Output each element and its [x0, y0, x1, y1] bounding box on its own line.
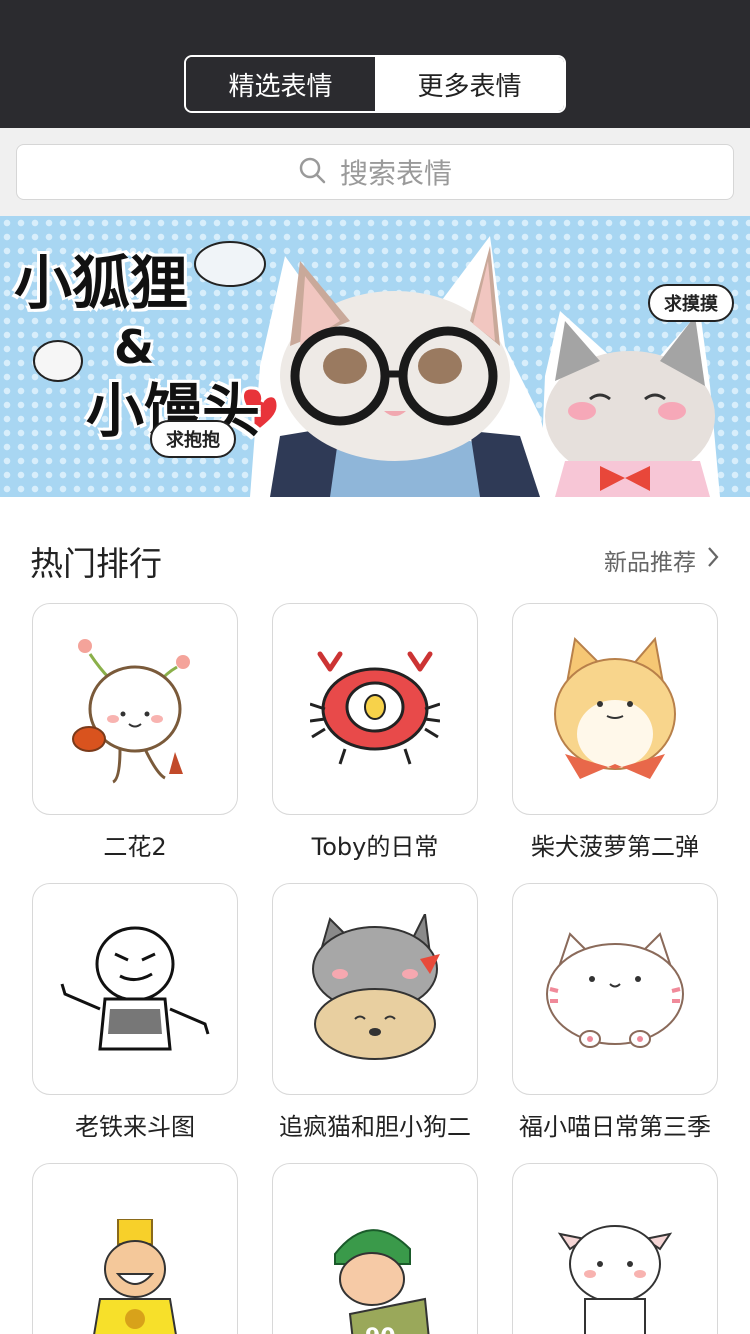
sticker-name-laotie: 老铁来斗图	[75, 1113, 195, 1141]
hot-ranking-section: 热门排行 新品推荐 二花2 Toby的日常 柴犬菠萝第二弹 老铁来斗图 追疯猫和…	[0, 497, 750, 1334]
crab-sticker-icon	[310, 651, 440, 765]
new-recommend-label: 新品推荐	[604, 550, 696, 576]
sticker-card-shiba[interactable]	[512, 603, 718, 815]
sticker-card-soldier[interactable]: 90	[272, 1163, 478, 1334]
fu-cat-sticker-icon	[546, 932, 684, 1048]
sticker-card-toby[interactable]	[272, 603, 478, 815]
meme-man-sticker-icon	[60, 926, 210, 1051]
top-header: 精选表情 更多表情	[0, 0, 750, 128]
search-bar-container: 搜索表情	[0, 128, 750, 216]
sticker-name-erhua: 二花2	[103, 833, 167, 861]
soldier-sticker-icon: 90	[334, 1229, 430, 1334]
sticker-card-erhua[interactable]	[32, 603, 238, 815]
tab-more-stickers[interactable]: 更多表情	[375, 57, 564, 111]
erhua-sticker-icon	[72, 639, 190, 784]
banner-bubble-hug: 求抱抱	[150, 420, 236, 458]
promo-banner[interactable]: 小狐狸 & 小馒头 求抱抱 求摸摸	[0, 216, 750, 497]
sticker-card-fu-cat[interactable]	[512, 883, 718, 1095]
banner-title-amp: &	[114, 320, 155, 374]
search-placeholder: 搜索表情	[339, 157, 452, 190]
new-recommend-link[interactable]: 新品推荐	[604, 543, 720, 577]
svg-text:90: 90	[365, 1325, 396, 1334]
search-icon	[298, 156, 326, 188]
segmented-control: 精选表情 更多表情	[184, 55, 566, 113]
tab-featured-stickers[interactable]: 精选表情	[186, 57, 375, 111]
banner-title-line1: 小狐狸	[14, 249, 189, 317]
banner-bubble-pet: 求摸摸	[648, 284, 734, 322]
sticker-name-fu-cat: 福小喵日常第三季	[519, 1113, 711, 1141]
sticker-card-laotie[interactable]	[32, 883, 238, 1095]
sticker-card-alpaca[interactable]	[512, 1163, 718, 1334]
sticker-card-emperor[interactable]	[32, 1163, 238, 1334]
sticker-name-cat-dog: 追疯猫和胆小狗二	[279, 1113, 471, 1141]
cat-dog-sticker-icon	[312, 914, 440, 1060]
section-title: 热门排行	[30, 544, 162, 583]
alpaca-sticker-icon	[557, 1225, 673, 1334]
chevron-right-icon	[706, 546, 720, 574]
sticker-name-toby: Toby的日常	[311, 833, 439, 861]
shiba-sticker-icon	[554, 636, 676, 779]
search-input[interactable]: 搜索表情	[16, 144, 734, 200]
sticker-name-shiba: 柴犬菠萝第二弹	[531, 833, 699, 861]
sticker-card-cat-dog[interactable]	[272, 883, 478, 1095]
emperor-sticker-icon	[93, 1219, 177, 1334]
